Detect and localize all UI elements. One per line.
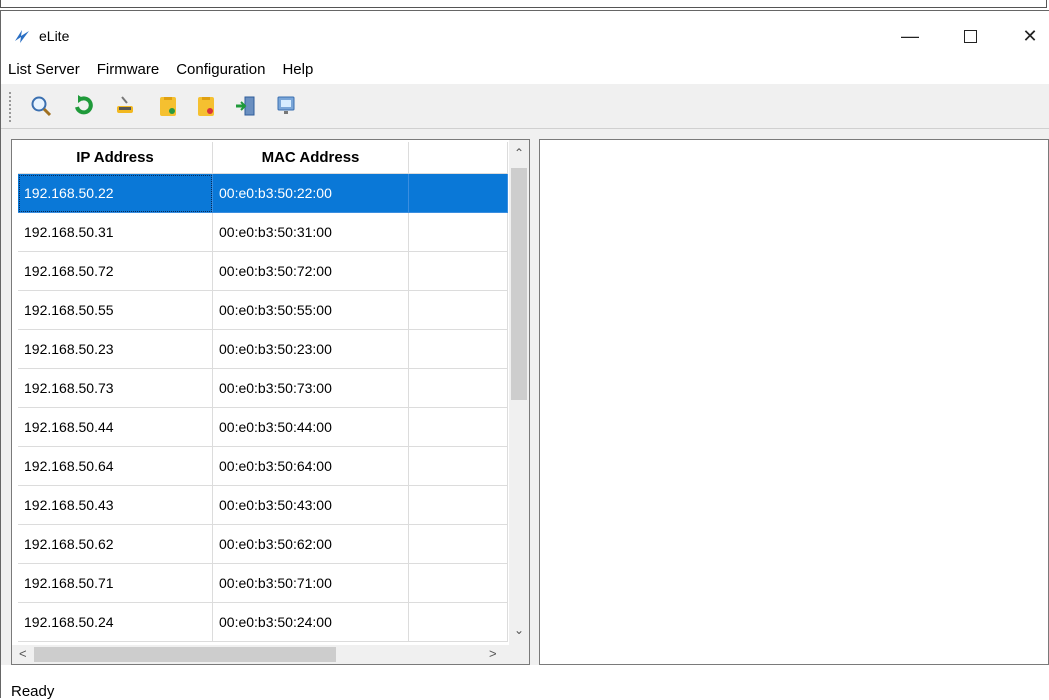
maximize-button[interactable] (947, 21, 993, 51)
horizontal-scrollbar[interactable]: < > (12, 645, 529, 664)
flash-button[interactable] (111, 91, 141, 121)
table-header: IP Address MAC Address (18, 142, 508, 174)
column-header-mac[interactable]: MAC Address (213, 142, 409, 174)
mac-address-cell[interactable]: 00:e0:b3:50:23:00 (213, 330, 409, 369)
table-row[interactable]: 192.168.50.22 00:e0:b3:50:22:00 (18, 174, 508, 213)
table-row[interactable]: 192.168.50.23 00:e0:b3:50:23:00 (18, 330, 508, 369)
app-window: eLite — ✕ List Server Firmware Configura… (0, 10, 1049, 700)
mac-address-cell[interactable]: 00:e0:b3:50:72:00 (213, 252, 409, 291)
extra-cell[interactable] (409, 330, 508, 369)
monitor-button[interactable] (271, 91, 301, 121)
mac-address-cell[interactable]: 00:e0:b3:50:62:00 (213, 525, 409, 564)
ip-address-cell[interactable]: 192.168.50.31 (18, 213, 213, 252)
ip-address-cell[interactable]: 192.168.50.64 (18, 447, 213, 486)
refresh-icon (75, 95, 93, 115)
minimize-button[interactable]: — (887, 21, 933, 51)
ip-address-cell[interactable]: 192.168.50.72 (18, 252, 213, 291)
horizontal-scroll-thumb[interactable] (34, 647, 336, 662)
search-icon (31, 96, 52, 117)
extra-cell[interactable] (409, 369, 508, 408)
vertical-scroll-thumb[interactable] (511, 168, 527, 400)
scroll-left-icon[interactable]: < (19, 646, 27, 661)
table-row[interactable]: 192.168.50.64 00:e0:b3:50:64:00 (18, 447, 508, 486)
table-row[interactable]: 192.168.50.31 00:e0:b3:50:31:00 (18, 213, 508, 252)
extra-cell[interactable] (409, 603, 508, 642)
mac-address-cell[interactable]: 00:e0:b3:50:43:00 (213, 486, 409, 525)
extra-cell[interactable] (409, 213, 508, 252)
extra-cell[interactable] (409, 174, 508, 213)
menu-help[interactable]: Help (275, 59, 319, 81)
vertical-scrollbar[interactable]: ⌃ ⌄ (509, 140, 529, 645)
table-row[interactable]: 192.168.50.71 00:e0:b3:50:71:00 (18, 564, 508, 603)
ip-address-cell[interactable]: 192.168.50.24 (18, 603, 213, 642)
close-icon: ✕ (1022, 25, 1038, 46)
close-button[interactable]: ✕ (1007, 21, 1049, 51)
ip-address-cell[interactable]: 192.168.50.62 (18, 525, 213, 564)
exit-icon (236, 96, 255, 116)
window-title: eLite (39, 28, 70, 44)
content-area: IP Address MAC Address 192.168.50.22 00:e… (1, 129, 1049, 665)
extra-cell[interactable] (409, 291, 508, 330)
ip-address-cell[interactable]: 192.168.50.71 (18, 564, 213, 603)
mac-address-cell[interactable]: 00:e0:b3:50:22:00 (213, 174, 409, 213)
extra-cell[interactable] (409, 486, 508, 525)
scroll-right-icon[interactable]: > (489, 646, 497, 661)
folder-upload-button[interactable] (153, 91, 183, 121)
mac-address-cell[interactable]: 00:e0:b3:50:31:00 (213, 213, 409, 252)
mac-address-cell[interactable]: 00:e0:b3:50:71:00 (213, 564, 409, 603)
folder-upload-icon (160, 97, 176, 116)
flash-icon (117, 96, 133, 113)
table-row[interactable]: 192.168.50.73 00:e0:b3:50:73:00 (18, 369, 508, 408)
menu-firmware[interactable]: Firmware (90, 59, 166, 81)
status-text: Ready (11, 683, 55, 700)
exit-button[interactable] (231, 91, 261, 121)
ip-address-cell[interactable]: 192.168.50.55 (18, 291, 213, 330)
extra-cell[interactable] (409, 408, 508, 447)
background-window-frame (0, 0, 1047, 8)
extra-cell[interactable] (409, 564, 508, 603)
table-row[interactable]: 192.168.50.44 00:e0:b3:50:44:00 (18, 408, 508, 447)
table-body: 192.168.50.22 00:e0:b3:50:22:00 192.168.50… (18, 174, 508, 642)
minimize-icon: — (901, 25, 919, 46)
mac-address-cell[interactable]: 00:e0:b3:50:73:00 (213, 369, 409, 408)
menu-configuration[interactable]: Configuration (169, 59, 271, 81)
scroll-down-icon[interactable]: ⌄ (514, 623, 524, 637)
folder-download-icon (198, 97, 214, 116)
menu-list-server[interactable]: List Server (1, 59, 86, 81)
column-header-extra[interactable] (409, 142, 508, 174)
search-button[interactable] (26, 91, 56, 121)
status-bar: Ready (1, 673, 1049, 700)
scroll-up-icon[interactable]: ⌃ (514, 146, 524, 160)
title-bar: eLite — ✕ (1, 11, 1049, 55)
mac-address-cell[interactable]: 00:e0:b3:50:64:00 (213, 447, 409, 486)
extra-cell[interactable] (409, 252, 508, 291)
app-logo-icon (15, 30, 29, 43)
server-table: IP Address MAC Address 192.168.50.22 00:e… (18, 142, 508, 642)
column-header-ip[interactable]: IP Address (18, 142, 213, 174)
ip-address-cell[interactable]: 192.168.50.44 (18, 408, 213, 447)
mac-address-cell[interactable]: 00:e0:b3:50:55:00 (213, 291, 409, 330)
ip-address-cell[interactable]: 192.168.50.43 (18, 486, 213, 525)
toolbar-grip (9, 92, 14, 122)
mac-address-cell[interactable]: 00:e0:b3:50:24:00 (213, 603, 409, 642)
extra-cell[interactable] (409, 447, 508, 486)
refresh-button[interactable] (69, 91, 99, 121)
detail-panel (539, 139, 1049, 665)
extra-cell[interactable] (409, 525, 508, 564)
menu-bar: List Server Firmware Configuration Help (1, 59, 323, 81)
table-row[interactable]: 192.168.50.24 00:e0:b3:50:24:00 (18, 603, 508, 642)
ip-address-cell[interactable]: 192.168.50.73 (18, 369, 213, 408)
table-row[interactable]: 192.168.50.43 00:e0:b3:50:43:00 (18, 486, 508, 525)
toolbar (1, 84, 1049, 129)
ip-address-cell[interactable]: 192.168.50.22 (18, 174, 213, 213)
folder-download-button[interactable] (191, 91, 221, 121)
monitor-icon (277, 96, 295, 114)
table-row[interactable]: 192.168.50.72 00:e0:b3:50:72:00 (18, 252, 508, 291)
table-row[interactable]: 192.168.50.55 00:e0:b3:50:55:00 (18, 291, 508, 330)
mac-address-cell[interactable]: 00:e0:b3:50:44:00 (213, 408, 409, 447)
ip-address-cell[interactable]: 192.168.50.23 (18, 330, 213, 369)
maximize-icon (963, 29, 977, 43)
server-list-panel: IP Address MAC Address 192.168.50.22 00:e… (11, 139, 530, 665)
table-row[interactable]: 192.168.50.62 00:e0:b3:50:62:00 (18, 525, 508, 564)
